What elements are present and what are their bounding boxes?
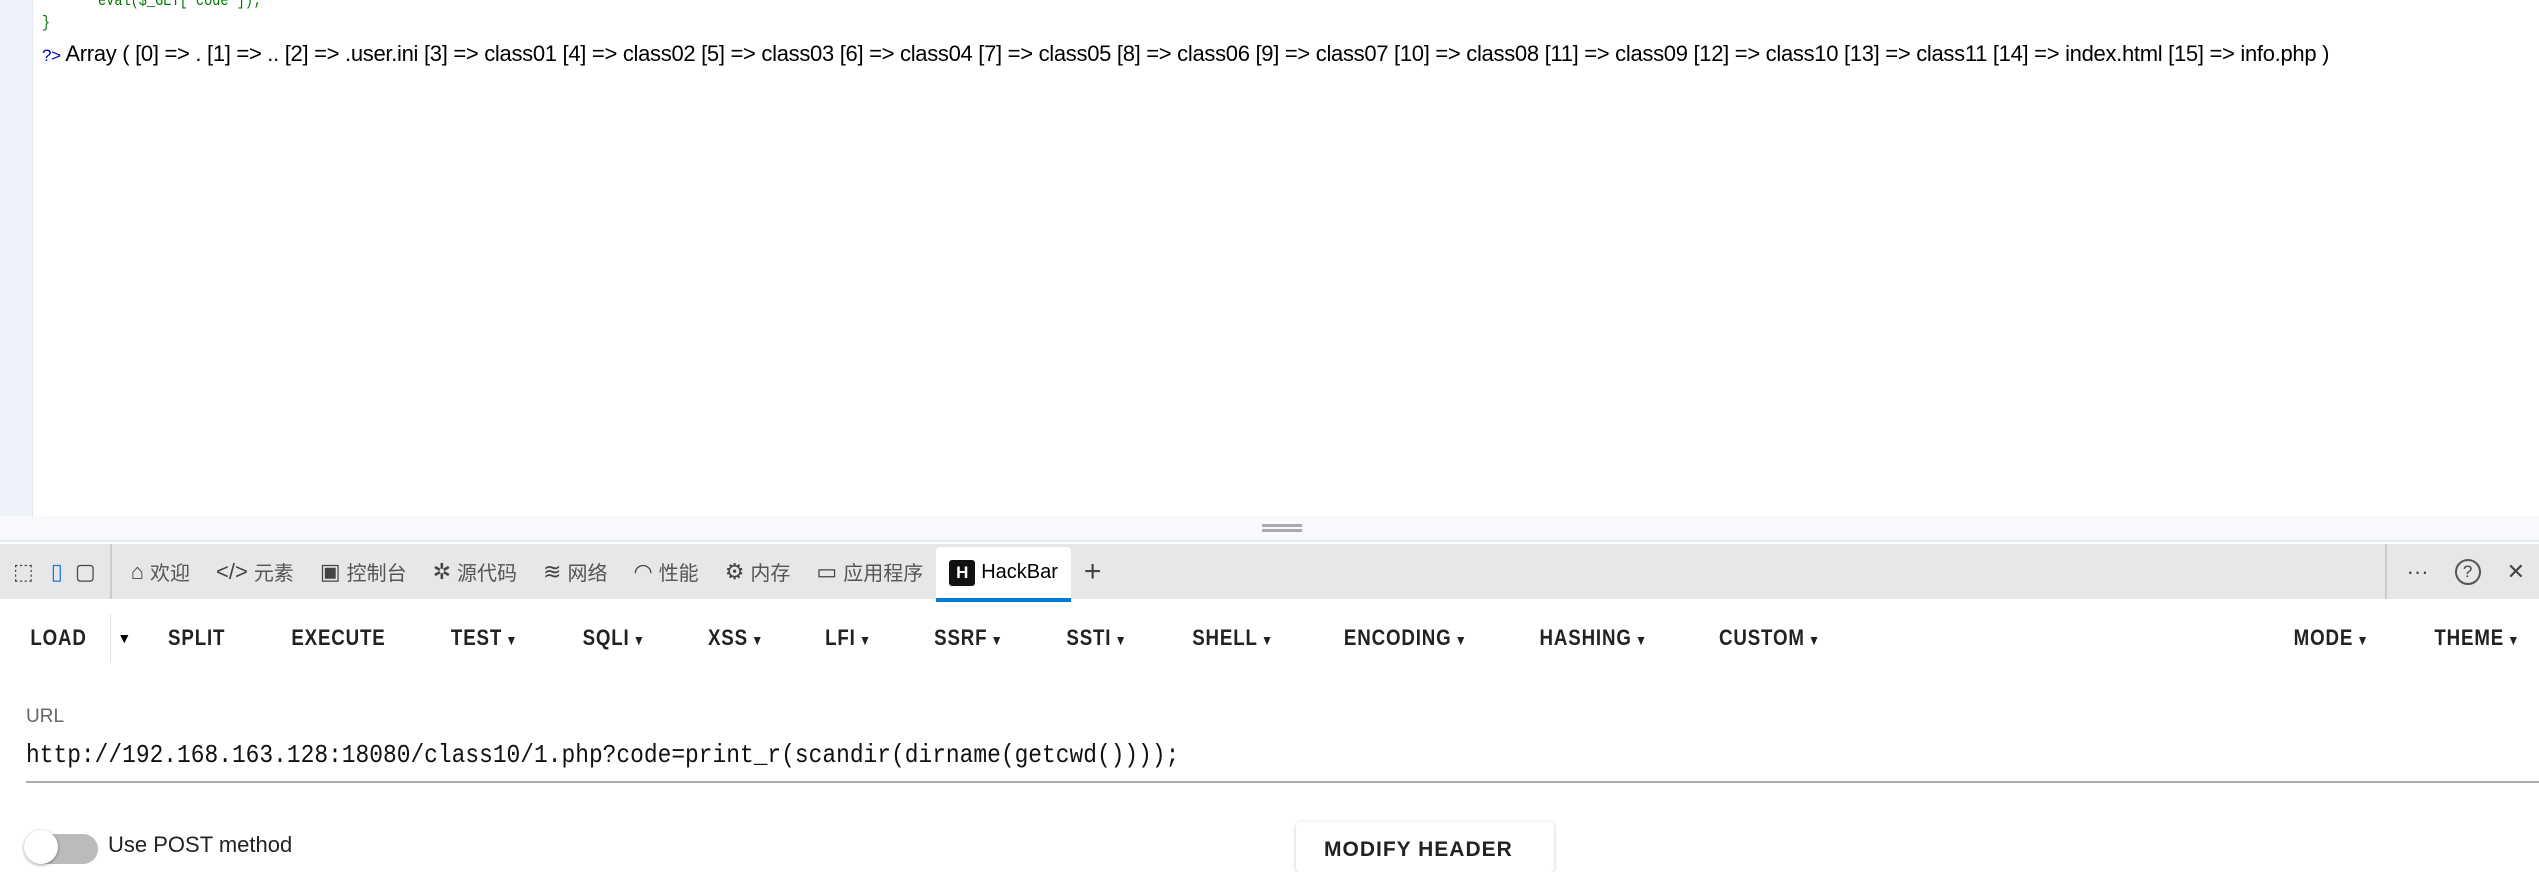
page-content: eval($_GET['code']); } ?> Array ( [0] =>…: [0, 0, 2539, 516]
tab-network[interactable]: ≋ 网络: [530, 544, 620, 599]
chip-icon: ⚙: [724, 558, 745, 584]
menu-encoding[interactable]: ENCODING ▼: [1322, 625, 1490, 651]
load-button[interactable]: LOAD: [8, 625, 102, 651]
post-method-toggle[interactable]: [24, 830, 98, 864]
menu-test[interactable]: TEST ▼: [429, 625, 540, 651]
inspect-tool-button[interactable]: ⬚: [0, 544, 47, 599]
tab-label: 网络: [567, 563, 608, 585]
tab-console[interactable]: ▣ 控制台: [307, 544, 420, 599]
tab-hackbar[interactable]: H HackBar: [936, 547, 1071, 602]
menu-label: SSTI: [1066, 625, 1112, 650]
inspect-icon: ⬚: [13, 558, 34, 584]
more-options-button[interactable]: ···: [2407, 559, 2429, 585]
tab-label: 欢迎: [150, 563, 190, 585]
tab-label: HackBar: [981, 561, 1058, 583]
wifi-icon: ≋: [543, 558, 562, 584]
gauge-icon: ◠: [633, 558, 653, 584]
sidebar-toggle-button[interactable]: ▢: [67, 544, 104, 599]
menu-label: MODE: [2293, 625, 2354, 650]
panel-icon: ▢: [74, 558, 96, 584]
menu-sqli[interactable]: SQLI ▼: [560, 625, 667, 651]
output-text: ?> Array ( [0] => . [1] => .. [2] => .us…: [42, 38, 2512, 71]
menu-mode[interactable]: MODE ▼: [2272, 625, 2392, 651]
device-icon: ▯: [50, 558, 63, 584]
tab-label: 元素: [253, 563, 294, 585]
tab-elements[interactable]: </> 元素: [203, 544, 307, 599]
url-input[interactable]: http://192.168.163.128:18080/class10/1.p…: [26, 740, 1179, 770]
tab-label: 内存: [750, 563, 791, 585]
plus-icon: +: [1083, 554, 1102, 588]
menu-label: TEST: [451, 625, 503, 650]
menu-shell[interactable]: SHELL ▼: [1170, 625, 1296, 651]
code-close-brace: }: [42, 14, 51, 33]
menu-label: SSRF: [933, 625, 987, 650]
tab-memory[interactable]: ⚙ 内存: [712, 544, 804, 599]
menu-label: SHELL: [1192, 625, 1258, 650]
url-label: URL: [26, 706, 65, 727]
code-icon: </>: [216, 558, 248, 584]
load-dropdown-button[interactable]: ▼: [110, 614, 137, 662]
php-close-tag: ?>: [42, 46, 61, 65]
menu-ssti[interactable]: SSTI ▼: [1044, 625, 1149, 651]
menu-ssrf[interactable]: SSRF ▼: [912, 625, 1026, 651]
add-tab-button[interactable]: +: [1071, 544, 1115, 599]
tab-label: 控制台: [346, 563, 407, 585]
menu-label: XSS: [707, 625, 748, 650]
devtools-tabbar: ⬚ ▯ ▢ ⌂ 欢迎 </> 元素 ▣ 控制台 ✲ 源代码 ≋ 网络 ◠ 性能 ⚙ 内存 ▭ 应…: [0, 544, 2539, 602]
code-line: eval($_GET['code']);: [98, 0, 262, 11]
help-button[interactable]: ?: [2454, 558, 2481, 585]
panel-resize-handle[interactable]: [0, 516, 2539, 542]
hackbar-toolbar: LOAD ▼ SPLIT EXECUTE TEST ▼ SQLI ▼ XSS ▼ LF…: [0, 610, 2539, 666]
menu-label: LFI: [824, 625, 856, 650]
bug-icon: ✲: [432, 558, 452, 584]
menu-hashing[interactable]: HASHING ▼: [1518, 625, 1670, 651]
tab-performance[interactable]: ◠ 性能: [620, 544, 711, 599]
app-icon: ▭: [816, 558, 838, 584]
tab-sources[interactable]: ✲ 源代码: [420, 544, 530, 599]
menu-label: CUSTOM: [1718, 625, 1805, 650]
url-underline: [26, 781, 2539, 783]
close-devtools-button[interactable]: ✕: [2507, 559, 2525, 585]
console-icon: ▣: [319, 558, 341, 584]
tab-label: 源代码: [457, 563, 518, 585]
post-method-label: Use POST method: [108, 832, 293, 857]
execute-button[interactable]: EXECUTE: [269, 625, 407, 651]
menu-custom[interactable]: CUSTOM ▼: [1696, 625, 1842, 651]
menu-label: HASHING: [1539, 625, 1632, 650]
scandir-output: Array ( [0] => . [1] => .. [2] => .user.…: [65, 41, 2330, 66]
hackbar-icon: H: [949, 559, 976, 586]
menu-label: THEME: [2434, 625, 2505, 650]
menu-label: ENCODING: [1343, 625, 1452, 650]
tab-label: 性能: [658, 563, 699, 585]
modify-header-button[interactable]: MODIFY HEADER: [1296, 822, 1554, 872]
line-gutter: [0, 0, 33, 516]
menu-theme[interactable]: THEME ▼: [2412, 625, 2528, 651]
split-button[interactable]: SPLIT: [146, 625, 247, 651]
menu-label: SQLI: [582, 625, 630, 650]
menu-xss[interactable]: XSS ▼: [686, 625, 786, 651]
device-emulation-button[interactable]: ▯: [47, 544, 67, 599]
home-icon: ⌂: [130, 558, 144, 584]
tab-application[interactable]: ▭ 应用程序: [803, 544, 936, 599]
menu-lfi[interactable]: LFI ▼: [803, 625, 894, 651]
tab-label: 应用程序: [843, 563, 924, 585]
tab-welcome[interactable]: ⌂ 欢迎: [118, 544, 203, 599]
